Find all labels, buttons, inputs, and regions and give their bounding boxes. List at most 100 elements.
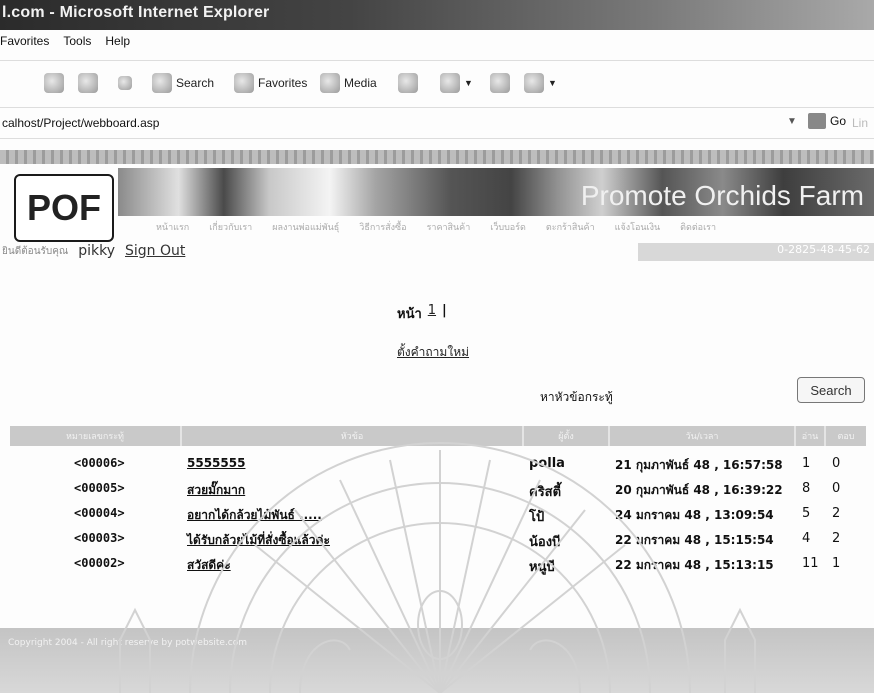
table-row: <00006> 5555555 polla 21 กุมภาพันธ์ 48 ,… — [0, 453, 874, 475]
topic-date: 22 มกราคม 48 , 15:15:54 — [615, 533, 774, 547]
copyright-text: Copyright 2004 - All right reserve by po… — [8, 638, 248, 648]
topic-views: 11 — [802, 556, 819, 571]
new-post-link[interactable]: ตั้งคำถามใหม่ — [397, 343, 469, 362]
nav-item-cart[interactable]: ตะกร้าสินค้า — [546, 220, 595, 238]
table-row: <00002> สวัสดีค่ะ หนูบี 22 มกราคม 48 , 1… — [0, 553, 874, 575]
page-link-1[interactable]: 1 — [428, 303, 436, 324]
table-header: หมายเลขกระทู้ หัวข้อ ผู้ตั้ง วัน/เวลา อ่… — [10, 426, 866, 446]
address-bar: calhost/Project/webboard.asp ▼ Go Lin — [0, 108, 874, 139]
topic-id: <00003> — [74, 531, 125, 545]
links-label[interactable]: Lin — [852, 116, 868, 130]
page-label: หน้า — [397, 307, 422, 322]
topic-date: 24 มกราคม 48 , 13:09:54 — [615, 508, 774, 522]
window-titlebar: l.com - Microsoft Internet Explorer — [0, 0, 874, 30]
print-button[interactable] — [490, 71, 510, 95]
topic-title-link[interactable]: สวยมั๊กมาก — [187, 481, 245, 500]
greeting-label: ยินดีต้อนรับคุณ — [2, 245, 69, 257]
separator-strip — [0, 150, 874, 164]
username: pikky — [78, 243, 115, 259]
page-separator: | — [442, 303, 447, 318]
media-button[interactable]: Media — [320, 71, 377, 95]
mail-icon — [440, 73, 460, 93]
address-input[interactable]: calhost/Project/webboard.asp — [2, 116, 159, 130]
topic-replies: 0 — [832, 456, 841, 471]
chevron-down-icon[interactable]: ▼ — [787, 116, 797, 127]
menu-item-favorites[interactable]: Favorites — [0, 34, 49, 56]
topic-replies: 1 — [832, 556, 841, 571]
topic-id: <00005> — [74, 481, 125, 495]
nav-item-home[interactable]: หน้าแรก — [156, 220, 189, 238]
topic-date: 22 มกราคม 48 , 15:13:15 — [615, 558, 774, 572]
refresh-icon — [78, 73, 98, 93]
go-arrow-icon — [808, 113, 826, 129]
favorites-button[interactable]: Favorites — [234, 71, 307, 95]
search-topic-button[interactable]: Search — [797, 377, 865, 403]
pagination: หน้า 1 | — [397, 303, 447, 324]
site-banner: POF Promote Orchids Farm หน้าแรก เกี่ยวก… — [0, 168, 874, 242]
header-title: หัวข้อ — [182, 426, 524, 446]
site-logo[interactable]: POF — [14, 174, 114, 242]
page-footer: Copyright 2004 - All right reserve by po… — [0, 628, 874, 693]
topic-replies: 0 — [832, 481, 841, 496]
table-row: <00004> อยากได้กล้วยไม้พันธ์ ..... โป้ 2… — [0, 503, 874, 525]
header-author: ผู้ตั้ง — [524, 426, 610, 446]
mail-button[interactable]: ▼ — [440, 71, 473, 95]
window-title: l.com - Microsoft Internet Explorer — [2, 4, 270, 21]
header-date: วัน/เวลา — [610, 426, 796, 446]
header-views: อ่าน — [796, 426, 826, 446]
nav-item-price[interactable]: ราคาสินค้า — [427, 220, 471, 238]
nav-item-contact[interactable]: ติดต่อเรา — [680, 220, 716, 238]
nav-item-about[interactable]: เกี่ยวกับเรา — [209, 220, 252, 238]
refresh-button[interactable] — [78, 71, 98, 95]
topic-id: <00004> — [74, 506, 125, 520]
history-icon — [398, 73, 418, 93]
search-icon — [152, 73, 172, 93]
topic-views: 1 — [802, 456, 811, 471]
topic-views: 8 — [802, 481, 811, 496]
signout-link[interactable]: Sign Out — [125, 243, 185, 259]
nav-item-how-to-order[interactable]: วิธีการสั่งซื้อ — [359, 220, 406, 238]
home-button[interactable] — [118, 71, 132, 95]
table-row: <00003> ได้รับกล้วยไม้ที่สั่งซื้อแล้วค่ะ… — [0, 528, 874, 550]
table-row: <00005> สวยมั๊กมาก คริสตี้ 20 กุมภาพันธ์… — [0, 478, 874, 500]
topic-author: polla — [529, 456, 565, 471]
nav-item-webboard[interactable]: เว็บบอร์ด — [490, 220, 526, 238]
topic-author: โป้ — [529, 510, 545, 525]
topic-views: 5 — [802, 506, 811, 521]
edit-icon — [524, 73, 544, 93]
chevron-down-icon: ▼ — [548, 78, 557, 88]
topic-date: 20 กุมภาพันธ์ 48 , 16:39:22 — [615, 483, 783, 497]
history-button[interactable] — [398, 71, 418, 95]
topic-title-link[interactable]: 5555555 — [187, 456, 245, 470]
menu-item-tools[interactable]: Tools — [63, 34, 91, 56]
browser-toolbar: Search Favorites Media ▼ ▼ — [0, 60, 874, 108]
media-icon — [320, 73, 340, 93]
menu-item-help[interactable]: Help — [105, 34, 130, 56]
topic-date: 21 กุมภาพันธ์ 48 , 16:57:58 — [615, 458, 783, 472]
nav-item-portfolio[interactable]: ผลงานพ่อแม่พันธุ์ — [272, 220, 339, 238]
search-button[interactable]: Search — [152, 71, 214, 95]
edit-button[interactable]: ▼ — [524, 71, 557, 95]
topic-title-link[interactable]: ได้รับกล้วยไม้ที่สั่งซื้อแล้วค่ะ — [187, 531, 330, 550]
stop-button[interactable] — [44, 71, 64, 95]
topic-author: น้องบี — [529, 535, 561, 550]
topic-replies: 2 — [832, 506, 841, 521]
search-label: หาหัวข้อกระทู้ — [540, 390, 613, 404]
home-icon — [118, 76, 132, 90]
phone-number: 0-2825-48-45-62 — [638, 243, 874, 261]
topic-title-link[interactable]: อยากได้กล้วยไม้พันธ์ ..... — [187, 506, 322, 525]
nav-item-payment[interactable]: แจ้งโอนเงิน — [615, 220, 660, 238]
header-replies: ตอบ — [837, 432, 855, 442]
topic-author: คริสตี้ — [529, 485, 562, 500]
topic-id: <00002> — [74, 556, 125, 570]
menu-bar: Favorites Tools Help — [0, 34, 144, 56]
chevron-down-icon: ▼ — [464, 78, 473, 88]
header-id: หมายเลขกระทู้ — [10, 426, 182, 446]
topic-title-link[interactable]: สวัสดีค่ะ — [187, 556, 231, 575]
topic-author: หนูบี — [529, 560, 555, 575]
topic-replies: 2 — [832, 531, 841, 546]
go-button[interactable]: Go — [808, 113, 846, 129]
star-icon — [234, 73, 254, 93]
banner-title: Promote Orchids Farm — [580, 180, 864, 211]
banner-image: Promote Orchids Farm — [118, 168, 874, 216]
